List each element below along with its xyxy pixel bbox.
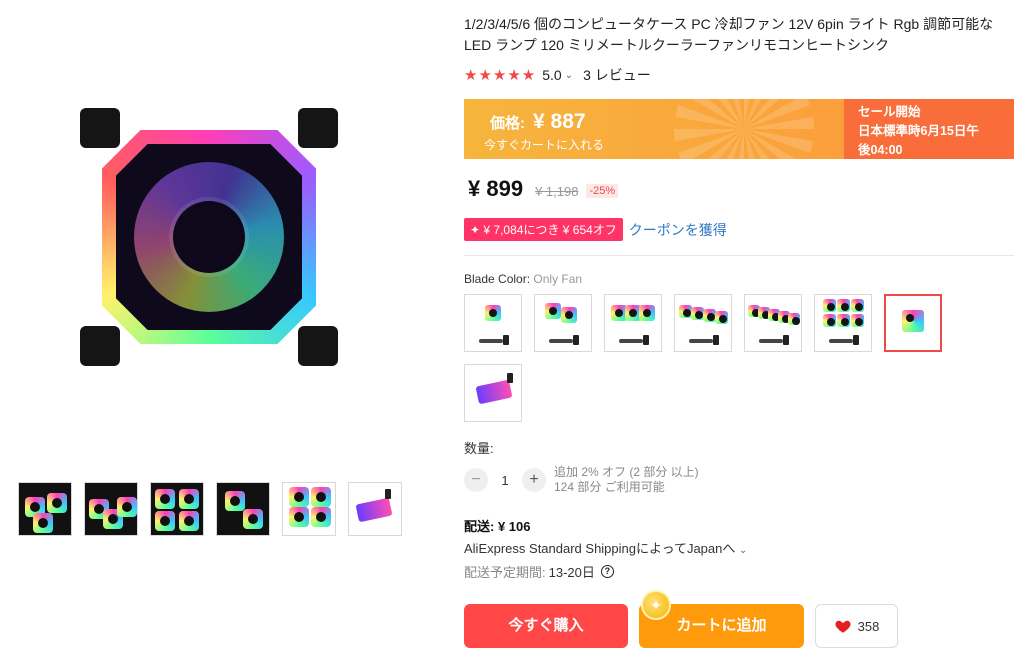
promo-subtext: 今すぐカートに入れる [484, 138, 605, 152]
variant-swatch-5[interactable] [744, 294, 802, 352]
review-count-link[interactable]: 3 レビュー [583, 65, 651, 85]
shipping-price-value: ¥ 106 [497, 519, 531, 534]
thumbnail-3[interactable] [150, 482, 204, 536]
shipping-method-selector[interactable]: AliExpress Standard ShippingによってJapanへ ⌄ [464, 538, 747, 557]
product-title: 1/2/3/4/5/6 個のコンピュータケース PC 冷却ファン 12V 6pi… [464, 16, 994, 53]
shipping-price: 配送: ¥ 106 [464, 516, 531, 535]
thumbnail-1[interactable] [18, 482, 72, 536]
chevron-down-icon[interactable]: ⌄ [565, 70, 573, 81]
variant-label-text: Blade Color: [464, 272, 531, 286]
current-price: ¥ 899 [468, 176, 524, 201]
rating-stars-icon: ★★★★★ [464, 67, 537, 84]
promo-price-label: 価格: [490, 115, 525, 132]
rating-summary: ★★★★★ 5.0 ⌄ 3 レビュー [464, 65, 651, 85]
variant-swatch-4[interactable] [674, 294, 732, 352]
coin-icon: ✦ [641, 590, 671, 620]
chevron-down-icon[interactable]: ⌄ [739, 545, 747, 556]
delivery-estimate-value: 13-20日 [548, 565, 595, 580]
main-product-image[interactable] [60, 90, 360, 390]
fan-illustration [80, 108, 338, 366]
variant-swatches [464, 294, 954, 422]
variant-swatch-2[interactable] [534, 294, 592, 352]
price-row: ¥ 899 ¥ 1,198 -25% [468, 176, 619, 202]
thumbnail-6[interactable] [348, 482, 402, 536]
promo-price-value: ¥ 887 [533, 110, 586, 133]
quantity-stepper: − 1 + 追加 2% オフ (2 部分 以上) 124 部分 ご利用可能 [464, 465, 699, 495]
get-coupon-link[interactable]: クーポンを獲得 [629, 220, 727, 240]
quantity-decrease-button[interactable]: − [464, 468, 488, 492]
delivery-estimate: 配送予定期間: 13-20日 ? [464, 562, 614, 581]
promo-price-panel: 価格: ¥ 887 今すぐカートに入れる [464, 99, 844, 159]
sale-start-date: 日本標準時6月15日午 [858, 124, 979, 138]
wishlist-button[interactable]: 358 [815, 604, 898, 648]
variant-swatch-3[interactable] [604, 294, 662, 352]
delivery-estimate-label: 配送予定期間: [464, 565, 546, 580]
wishlist-count: 358 [857, 618, 880, 634]
quantity-input[interactable]: 1 [488, 473, 522, 488]
variant-swatch-1[interactable] [464, 294, 522, 352]
promo-banner: 価格: ¥ 887 今すぐカートに入れる セール開始 日本標準時6月15日午 後… [464, 99, 1014, 159]
quantity-increase-button[interactable]: + [522, 468, 546, 492]
sale-start-title: セール開始 [858, 105, 921, 119]
thumbnail-2[interactable] [84, 482, 138, 536]
thumbnail-5[interactable] [282, 482, 336, 536]
sale-start-panel: セール開始 日本標準時6月15日午 後04:00 [844, 99, 1014, 159]
help-icon[interactable]: ? [600, 565, 614, 578]
thumbnail-4[interactable] [216, 482, 270, 536]
quantity-info: 追加 2% オフ (2 部分 以上) 124 部分 ご利用可能 [554, 465, 699, 495]
original-price: ¥ 1,198 [535, 184, 579, 199]
heart-icon [835, 620, 851, 633]
variant-swatch-6[interactable] [814, 294, 872, 352]
discount-badge: -25% [586, 184, 619, 198]
variant-swatch-7-selected[interactable] [884, 294, 942, 352]
coupon-row: ✦ ¥ 7,084につき ¥ 654オフ クーポンを獲得 [464, 218, 727, 241]
variant-swatch-8[interactable] [464, 364, 522, 422]
rating-score: 5.0 [542, 67, 562, 83]
shipping-label: 配送: [464, 519, 495, 534]
variant-label: Blade Color: Only Fan [464, 272, 582, 286]
bulk-discount-text: 追加 2% オフ (2 部分 以上) [554, 465, 699, 479]
shipping-method-text[interactable]: AliExpress Standard ShippingによってJapanへ [464, 541, 735, 556]
sale-start-time: 後04:00 [858, 143, 903, 157]
quantity-label: 数量: [464, 441, 494, 456]
thumbnail-strip [18, 482, 402, 536]
divider [464, 255, 1014, 256]
coupon-badge[interactable]: ✦ ¥ 7,084につき ¥ 654オフ [464, 218, 623, 241]
stock-text: 124 部分 ご利用可能 [554, 480, 665, 494]
variant-selected-value: Only Fan [533, 272, 583, 286]
buy-now-button[interactable]: 今すぐ購入 [464, 604, 628, 648]
